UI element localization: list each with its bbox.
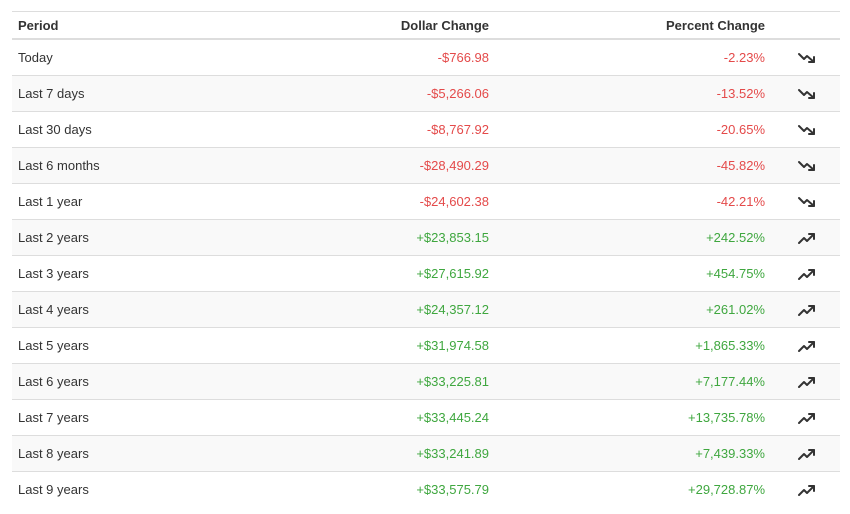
- performance-table-container: Period Dollar Change Percent Change Toda…: [12, 11, 840, 507]
- percent-change-cell: -45.82%: [495, 147, 771, 184]
- dollar-change-cell: +$33,241.89: [202, 435, 495, 472]
- trend-cell: [771, 327, 840, 364]
- period-cell: Last 1 year: [12, 183, 202, 220]
- table-row: Last 9 years +$33,575.79 +29,728.87%: [12, 471, 840, 507]
- header-dollar-change: Dollar Change: [202, 11, 495, 40]
- trending-down-icon: [797, 195, 817, 209]
- trending-up-icon: [797, 339, 817, 353]
- table-row: Last 6 months -$28,490.29 -45.82%: [12, 147, 840, 184]
- period-cell: Last 2 years: [12, 219, 202, 256]
- percent-change-cell: +7,177.44%: [495, 363, 771, 400]
- dollar-change-cell: -$24,602.38: [202, 183, 495, 220]
- period-cell: Last 9 years: [12, 471, 202, 507]
- table-body: Today -$766.98 -2.23% Last 7 days -$5,266.06…: [12, 39, 840, 507]
- trend-cell: [771, 255, 840, 292]
- percent-change-cell: +242.52%: [495, 219, 771, 256]
- percent-change-cell: -20.65%: [495, 111, 771, 148]
- table-row: Last 7 days -$5,266.06 -13.52%: [12, 75, 840, 112]
- trending-down-icon: [797, 159, 817, 173]
- table-row: Last 8 years +$33,241.89 +7,439.33%: [12, 435, 840, 472]
- header-percent-change: Percent Change: [495, 11, 771, 40]
- trending-up-icon: [797, 411, 817, 425]
- period-cell: Last 6 months: [12, 147, 202, 184]
- dollar-change-cell: -$5,266.06: [202, 75, 495, 112]
- dollar-change-cell: -$766.98: [437, 50, 489, 65]
- trending-up-icon: [797, 375, 817, 389]
- dollar-change-cell: +$33,225.81: [202, 363, 495, 400]
- trending-up-icon: [797, 483, 817, 497]
- trend-cell: [771, 147, 840, 184]
- percent-change-cell: +29,728.87%: [495, 471, 771, 507]
- header-trend: [771, 11, 840, 40]
- header-period: Period: [12, 11, 202, 40]
- table-row: Last 1 year -$24,602.38 -42.21%: [12, 183, 840, 220]
- period-cell: Last 5 years: [12, 327, 202, 364]
- trending-up-icon: [797, 231, 817, 245]
- period-cell: Last 7 years: [12, 399, 202, 436]
- trend-cell: [771, 183, 840, 220]
- table-row: Last 7 years +$33,445.24 +13,735.78%: [12, 399, 840, 436]
- percent-change-cell: +13,735.78%: [495, 399, 771, 436]
- trend-cell: [771, 75, 840, 112]
- trend-cell: [771, 471, 840, 507]
- table-row: Last 30 days -$8,767.92 -20.65%: [12, 111, 840, 148]
- dollar-change-cell: +$33,575.79: [202, 471, 495, 507]
- percent-change-cell: +261.02%: [495, 291, 771, 328]
- trending-down-icon: [797, 123, 817, 137]
- period-cell: Last 3 years: [12, 255, 202, 292]
- trending-down-icon: [797, 51, 817, 65]
- dollar-change-cell: +$33,445.24: [202, 399, 495, 436]
- percent-change-cell: -42.21%: [495, 183, 771, 220]
- percent-change-cell: +7,439.33%: [495, 435, 771, 472]
- dollar-change-cell: +$24,357.12: [202, 291, 495, 328]
- table-row: Last 4 years +$24,357.12 +261.02%: [12, 291, 840, 328]
- performance-table: Period Dollar Change Percent Change Toda…: [12, 11, 840, 507]
- trending-up-icon: [797, 303, 817, 317]
- percent-change-cell: -2.23%: [723, 50, 765, 65]
- header-row: Period Dollar Change Percent Change: [12, 11, 840, 40]
- trend-cell: [771, 435, 840, 472]
- dollar-change-cell: -$8,767.92: [202, 111, 495, 148]
- dollar-change-cell: +$27,615.92: [202, 255, 495, 292]
- trending-up-icon: [797, 267, 817, 281]
- dollar-change-cell: +$31,974.58: [202, 327, 495, 364]
- table-row: Last 5 years +$31,974.58 +1,865.33%: [12, 327, 840, 364]
- trend-cell: [771, 399, 840, 436]
- trend-cell: [771, 111, 840, 148]
- trending-up-icon: [797, 447, 817, 461]
- period-cell: Last 4 years: [12, 291, 202, 328]
- dollar-change-cell: -$28,490.29: [202, 147, 495, 184]
- percent-change-cell: +1,865.33%: [495, 327, 771, 364]
- dollar-change-cell: +$23,853.15: [202, 219, 495, 256]
- trend-cell: [771, 39, 840, 76]
- percent-change-cell: -13.52%: [495, 75, 771, 112]
- period-cell: Last 7 days: [12, 75, 202, 112]
- trend-cell: [771, 219, 840, 256]
- period-cell: Today: [18, 50, 53, 65]
- table-row: Last 2 years +$23,853.15 +242.52%: [12, 219, 840, 256]
- table-row: Today -$766.98 -2.23%: [12, 39, 840, 76]
- table-row: Last 3 years +$27,615.92 +454.75%: [12, 255, 840, 292]
- period-cell: Last 30 days: [12, 111, 202, 148]
- trending-down-icon: [797, 87, 817, 101]
- table-row: Last 6 years +$33,225.81 +7,177.44%: [12, 363, 840, 400]
- table-header: Period Dollar Change Percent Change: [12, 11, 840, 40]
- period-cell: Last 8 years: [12, 435, 202, 472]
- trend-cell: [771, 291, 840, 328]
- trend-cell: [771, 363, 840, 400]
- percent-change-cell: +454.75%: [495, 255, 771, 292]
- period-cell: Last 6 years: [12, 363, 202, 400]
